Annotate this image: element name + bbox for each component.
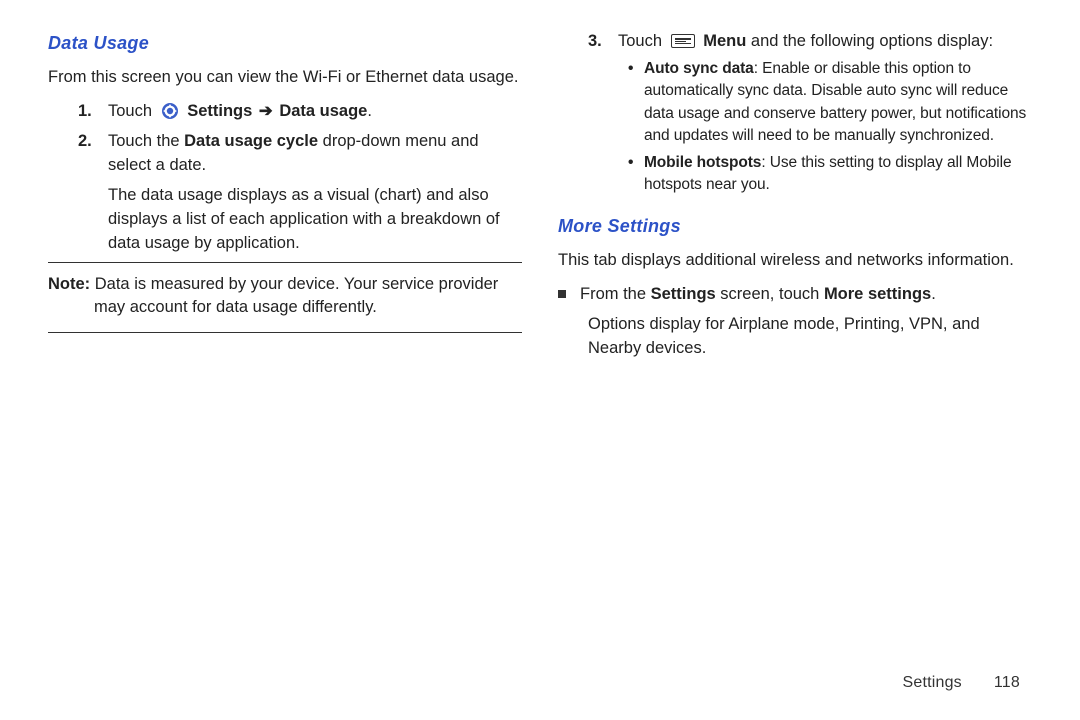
footer-section: Settings [902, 674, 961, 691]
bullet1-bold: Auto sync data [644, 60, 754, 77]
menu-icon [671, 34, 695, 48]
note-top-rule [48, 262, 522, 263]
right-column: 3. Touch Menu and the following options … [558, 30, 1032, 700]
step2-text-c: The data usage displays as a visual (cha… [108, 186, 500, 252]
left-column: Data Usage From this screen you can view… [48, 30, 522, 700]
bullet2-bold: Mobile hotspots [644, 154, 761, 171]
from-a: From the [580, 285, 651, 303]
data-usage-intro: From this screen you can view the Wi-Fi … [48, 66, 522, 90]
square-bullet-icon [558, 290, 566, 298]
data-usage-steps: 1. Touch Settings ➔ Data usage. 2. Touch… [48, 100, 522, 256]
note-bottom-rule [48, 332, 522, 333]
step3-list: 3. Touch Menu and the following options … [558, 30, 1032, 201]
note-text: Data is measured by your device. Your se… [90, 275, 498, 317]
step-number-3: 3. [588, 30, 618, 201]
options-text: Options display for Airplane mode, Print… [558, 313, 1032, 361]
from-period: . [931, 285, 936, 303]
bullet-auto-sync: Auto sync data: Enable or disable this o… [628, 58, 1032, 148]
step3-bullets: Auto sync data: Enable or disable this o… [618, 58, 1032, 197]
note-block: Note: Data is measured by your device. Y… [48, 262, 522, 334]
note-label: Note: [48, 275, 90, 293]
from-settings-label: Settings [651, 285, 716, 303]
step-number-1: 1. [78, 100, 108, 124]
from-moresettings-label: More settings [824, 285, 931, 303]
gear-icon [161, 102, 179, 120]
arrow-icon: ➔ [252, 102, 279, 120]
page-footer: Settings 118 [902, 674, 1020, 692]
step-3: 3. Touch Menu and the following options … [558, 30, 1032, 201]
heading-more-settings: More Settings [558, 213, 1032, 239]
more-settings-section: More Settings This tab displays addition… [558, 213, 1032, 361]
footer-page-number: 118 [994, 674, 1020, 691]
step-2: 2. Touch the Data usage cycle drop-down … [48, 130, 522, 256]
bullet-mobile-hotspots: Mobile hotspots: Use this setting to dis… [628, 152, 1032, 197]
from-b: screen, touch [716, 285, 824, 303]
step2-text-a: Touch the [108, 132, 184, 150]
more-settings-intro: This tab displays additional wireless an… [558, 249, 1032, 273]
step3-menu-label: Menu [703, 32, 746, 50]
step-1: 1. Touch Settings ➔ Data usage. [48, 100, 522, 124]
step2-bold: Data usage cycle [184, 132, 318, 150]
step1-pre: Touch [108, 102, 157, 120]
step-number-2: 2. [78, 130, 108, 256]
from-settings-line: From the Settings screen, touch More set… [558, 283, 1032, 307]
step1-period: . [367, 102, 372, 120]
step1-settings-label: Settings [187, 102, 252, 120]
heading-data-usage: Data Usage [48, 30, 522, 56]
step3-pre: Touch [618, 32, 667, 50]
step1-datausage-label: Data usage [279, 102, 367, 120]
step3-post: and the following options display: [746, 32, 993, 50]
